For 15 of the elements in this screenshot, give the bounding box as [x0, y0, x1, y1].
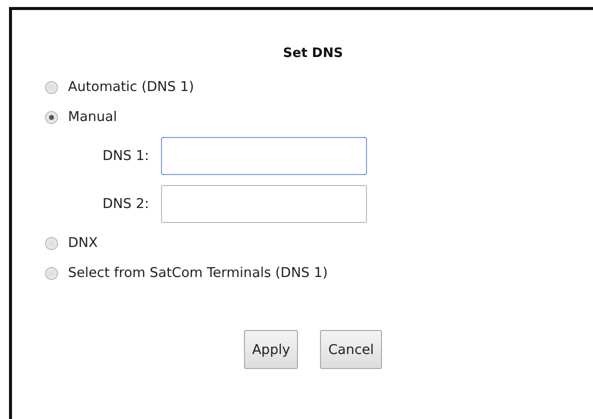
option-label: DNX [68, 235, 98, 251]
option-label: Select from SatCom Terminals (DNS 1) [68, 265, 328, 281]
dialog-title: Set DNS [282, 46, 344, 61]
apply-button[interactable]: Apply [244, 330, 298, 369]
option-label: Manual [68, 109, 118, 125]
radio-button[interactable] [45, 236, 58, 250]
option-label: Automatic (DNS 1) [68, 79, 194, 95]
radio-button[interactable] [45, 80, 58, 94]
dns-input-field[interactable] [161, 185, 367, 223]
dns-input-field[interactable] [161, 137, 367, 175]
radio-button[interactable] [45, 110, 58, 124]
radio-button[interactable] [45, 266, 58, 280]
cancel-button[interactable]: Cancel [320, 330, 382, 369]
field-label: DNS 1: [102, 148, 149, 164]
field-label: DNS 2: [102, 196, 149, 212]
